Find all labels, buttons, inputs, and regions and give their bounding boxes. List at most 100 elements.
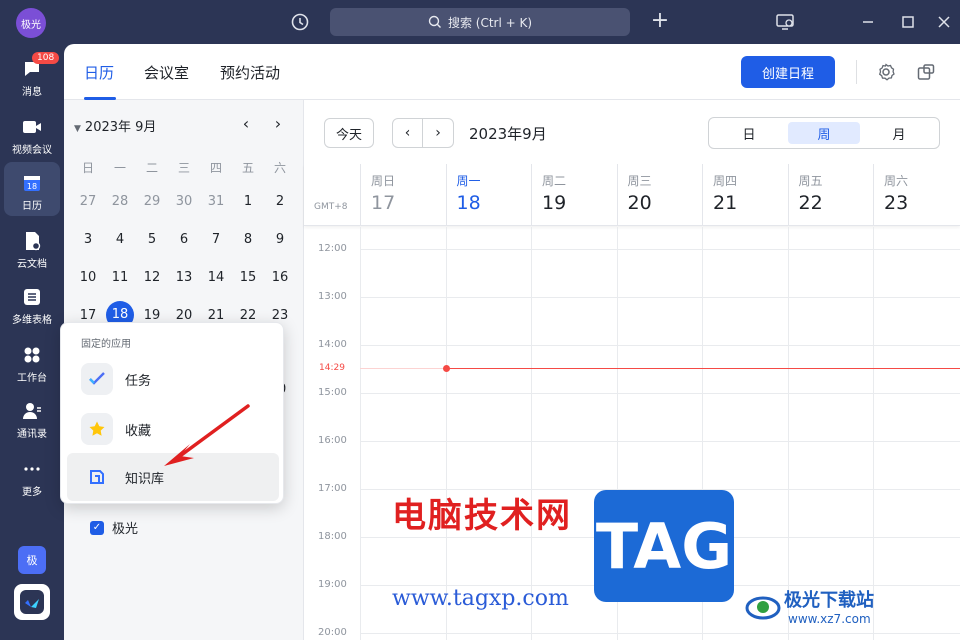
video-camera-icon [23, 121, 41, 133]
column-divider [360, 227, 361, 640]
sidebar-item-more[interactable]: 更多 [4, 448, 60, 502]
day-column-header[interactable]: 周五 22 [787, 164, 874, 226]
plus-icon[interactable]: + [650, 10, 670, 32]
app-logo[interactable] [14, 584, 50, 620]
day-cell[interactable]: 10 [72, 270, 104, 285]
day-cell[interactable]: 20 [168, 308, 200, 323]
history-icon[interactable] [290, 12, 310, 32]
checkbox-checked-icon[interactable]: ✓ [90, 520, 104, 535]
sidebar-item-calendar[interactable]: 18 日历 [4, 162, 60, 216]
day-cell[interactable]: 6 [168, 232, 200, 247]
current-time-dot [443, 365, 450, 372]
tab-calendar[interactable]: 日历 [84, 62, 114, 83]
day-cell[interactable]: 30 [168, 194, 200, 209]
pinned-app-favorites[interactable]: 收藏 [67, 405, 279, 453]
day-cell[interactable]: 13 [168, 270, 200, 285]
day-number: 17 [371, 192, 396, 214]
day-column-header[interactable]: 周三 20 [616, 164, 703, 226]
day-cell[interactable]: 9 [264, 232, 296, 247]
hour-label: 15:00 [318, 387, 347, 398]
star-icon [81, 413, 113, 445]
hour-label: 13:00 [318, 291, 347, 302]
table-icon [24, 289, 40, 305]
site-logo-icon [745, 596, 781, 620]
sidebar-item-contacts[interactable]: 通讯录 [4, 390, 60, 444]
day-cell[interactable]: 4 [104, 232, 136, 247]
day-cell[interactable]: 23 [264, 308, 296, 323]
day-column-header[interactable]: 周四 21 [702, 164, 788, 226]
day-cell[interactable]: 21 [200, 308, 232, 323]
day-column-header-today[interactable]: 周一 18 [445, 164, 532, 226]
day-cell[interactable]: 5 [136, 232, 168, 247]
day-cell[interactable]: 8 [232, 232, 264, 247]
sidebar-item-bitable[interactable]: 多维表格 [4, 276, 60, 330]
column-divider [531, 227, 532, 640]
day-cell[interactable]: 14 [200, 270, 232, 285]
divider [856, 60, 857, 84]
pinned-apps-popup: 固定的应用 任务 收藏 知识库 [60, 322, 284, 504]
day-cell[interactable]: 17 [72, 308, 104, 323]
mini-calendar-title[interactable]: ▼ 2023年 9月 [74, 116, 156, 135]
create-event-button[interactable]: 创建日程 [741, 56, 835, 88]
tenant-button[interactable]: 极 [18, 546, 46, 574]
sidebar-item-label: 视频会议 [12, 145, 52, 156]
sidebar-item-workplace[interactable]: 工作台 [4, 334, 60, 388]
current-time-line [446, 368, 960, 369]
day-cell[interactable]: 12 [136, 270, 168, 285]
week-header: GMT+8 周日 17 周一 18 周二 19 周三 20 周四 21 周五 22 周六 23 [304, 164, 960, 226]
today-button[interactable]: 今天 [324, 118, 374, 148]
mini-calendar-grid: 日 一 二 三 四 五 六 27 28 29 30 31 1 2 3 4 5 6… [72, 152, 296, 334]
pinned-app-tasks[interactable]: 任务 [67, 355, 279, 403]
day-cell[interactable]: 2 [264, 194, 296, 209]
day-cell[interactable]: 11 [104, 270, 136, 285]
day-column-header[interactable]: 周二 19 [531, 164, 617, 226]
period-title: 2023年9月 [469, 125, 547, 143]
sidebar-item-video-meeting[interactable]: 视频会议 [4, 106, 60, 160]
period-nav: ‹ › [392, 118, 454, 148]
sidebar-item-label: 多维表格 [12, 315, 52, 326]
view-week-button[interactable]: 周 [788, 122, 860, 144]
avatar[interactable]: 极光 [16, 8, 46, 38]
settings-icon[interactable] [876, 62, 896, 82]
popout-window-icon[interactable] [916, 62, 936, 82]
column-divider [787, 227, 789, 640]
close-icon[interactable] [934, 12, 954, 32]
day-column-header[interactable]: 周日 17 [360, 164, 446, 226]
day-cell[interactable]: 15 [232, 270, 264, 285]
sidebar-item-messages[interactable]: 消息 108 [4, 48, 60, 102]
calendar-name: 极光 [112, 522, 139, 537]
day-cell[interactable]: 19 [136, 308, 168, 323]
sidebar-item-label: 消息 [22, 87, 42, 98]
day-cell[interactable]: 22 [232, 308, 264, 323]
day-cell[interactable]: 16 [264, 270, 296, 285]
week-row: 10 11 12 13 14 15 16 [72, 258, 296, 296]
tab-meeting-rooms[interactable]: 会议室 [144, 62, 189, 83]
day-cell[interactable]: 29 [136, 194, 168, 209]
monitor-icon[interactable] [775, 12, 795, 32]
day-column-header[interactable]: 周六 23 [873, 164, 959, 226]
mini-prev-month-button[interactable]: ‹ [236, 114, 256, 134]
day-cell[interactable]: 1 [232, 194, 264, 209]
day-cell[interactable]: 3 [72, 232, 104, 247]
day-number: 23 [884, 192, 909, 214]
search-input[interactable]: 搜索 (Ctrl + K) [330, 8, 630, 36]
day-cell[interactable]: 31 [200, 194, 232, 209]
day-cell[interactable]: 28 [104, 194, 136, 209]
maximize-icon[interactable] [898, 12, 918, 32]
mini-next-month-button[interactable]: › [268, 114, 288, 134]
my-calendar-item[interactable]: ✓ 极光 [90, 518, 138, 537]
sidebar-item-docs[interactable]: 云文档 [4, 220, 60, 274]
day-cell[interactable]: 7 [200, 232, 232, 247]
week-row: 3 4 5 6 7 8 9 [72, 220, 296, 258]
prev-week-button[interactable]: ‹ [393, 119, 424, 147]
minimize-icon[interactable] [858, 12, 878, 32]
view-month-button[interactable]: 月 [863, 122, 935, 144]
pinned-app-wiki[interactable]: 知识库 [67, 453, 279, 501]
view-day-button[interactable]: 日 [713, 122, 785, 144]
day-cell[interactable]: 27 [72, 194, 104, 209]
app-label: 任务 [125, 373, 152, 389]
tab-booking[interactable]: 预约活动 [220, 62, 280, 83]
top-tabs: 日历 会议室 预约活动 创建日程 [64, 44, 960, 100]
next-week-button[interactable]: › [423, 119, 453, 147]
day-number: 21 [713, 192, 738, 214]
